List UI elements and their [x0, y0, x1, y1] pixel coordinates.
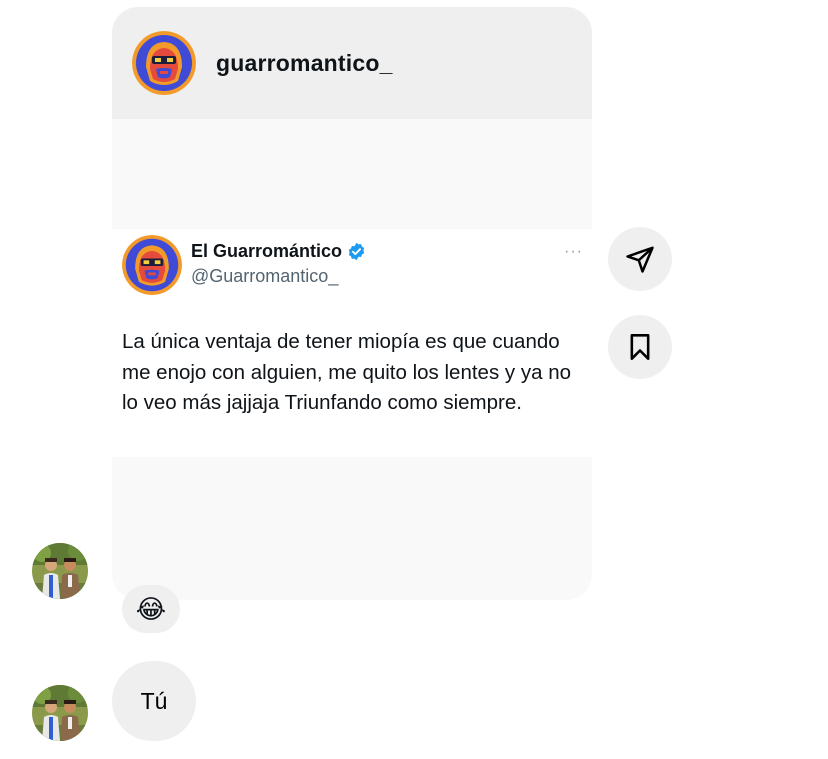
shared-post-username[interactable]: guarromantico_ [216, 50, 393, 77]
paper-plane-icon [626, 246, 654, 273]
tweet-author: El Guarromántico @Guarromantico_ [122, 235, 366, 295]
guarromantico-avatar[interactable] [132, 31, 196, 95]
bookmark-icon [630, 334, 650, 360]
guarromantico-logo-icon [122, 235, 182, 295]
laughing-tears-emoji: 😂 [135, 594, 167, 624]
tweet-author-names: El Guarromántico @Guarromantico_ [191, 241, 366, 295]
reaction-bubble[interactable]: 😂 [122, 585, 180, 633]
profile-photo-icon [32, 543, 88, 599]
tweet-display-name-row: El Guarromántico [191, 241, 366, 262]
tweet-embed[interactable]: El Guarromántico @Guarromantico_ ··· La … [112, 229, 592, 457]
share-button[interactable] [608, 227, 672, 291]
shared-post-media-top [112, 119, 592, 229]
tweet-handle: @Guarromantico_ [191, 266, 339, 286]
shared-post-media-bottom [112, 457, 592, 600]
save-button[interactable] [608, 315, 672, 379]
guarromantico-logo-icon [132, 31, 196, 95]
message-text: Tú [140, 687, 168, 714]
tweet-text: La única ventaja de tener miopía es que … [122, 330, 571, 414]
tweet-author-avatar [122, 235, 182, 295]
chat-thread: guarromantico_ El Guarromántico @Guarrom… [0, 0, 828, 759]
tweet-display-name: El Guarromántico [191, 241, 343, 261]
verified-badge-icon [348, 242, 365, 261]
shared-post-card[interactable]: guarromantico_ El Guarromántico @Guarrom… [112, 7, 592, 600]
more-options-icon[interactable]: ··· [564, 243, 583, 261]
sender-avatar[interactable] [32, 685, 88, 741]
message-bubble[interactable]: Tú [112, 661, 196, 741]
profile-photo-icon [32, 685, 88, 741]
shared-post-header[interactable]: guarromantico_ [112, 7, 592, 119]
sender-avatar[interactable] [32, 543, 88, 599]
